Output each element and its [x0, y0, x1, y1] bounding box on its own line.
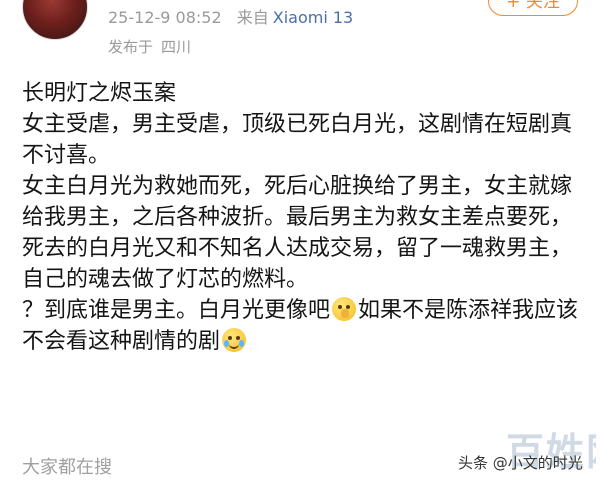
device-link[interactable]: Xiaomi 13	[273, 8, 353, 27]
watermark: 头条 @小文的时光	[458, 454, 583, 472]
post-location: 发布于 四川	[108, 36, 199, 58]
related-searches[interactable]: 大家都在搜	[22, 456, 112, 480]
post-line: 长明灯之烬玉案	[22, 81, 177, 106]
timestamp: 25-12-9 08:52	[108, 8, 222, 27]
avatar[interactable]	[22, 0, 88, 40]
crying-laughing-emoji-icon	[222, 328, 247, 352]
post-line: 女主受虐，男主受虐，顶级已死白月光，这剧情在短剧真不讨喜。	[22, 112, 573, 168]
post-text: ？到底谁是男主。白月光更像吧	[22, 298, 331, 323]
pray-emoji-icon	[332, 297, 357, 321]
location-value: 四川	[161, 38, 192, 56]
post-line: 女主白月光为救她而死，死后心脏换给了男主，女主就嫁给我男主，之后各种波折。最后男…	[22, 174, 573, 292]
location-prefix: 发布于	[108, 38, 154, 56]
post-body: 长明灯之烬玉案 女主受虐，男主受虐，顶级已死白月光，这剧情在短剧真不讨喜。 女主…	[22, 78, 582, 357]
post-meta: 25-12-9 08:52 来自 Xiaomi 13	[108, 6, 363, 30]
post-line: ？到底谁是男主。白月光更像吧 如果不是陈添祥我应该不会看这种剧情的剧	[22, 295, 582, 357]
follow-button[interactable]: + 关注	[488, 0, 578, 16]
source-prefix: 来自	[236, 8, 269, 27]
